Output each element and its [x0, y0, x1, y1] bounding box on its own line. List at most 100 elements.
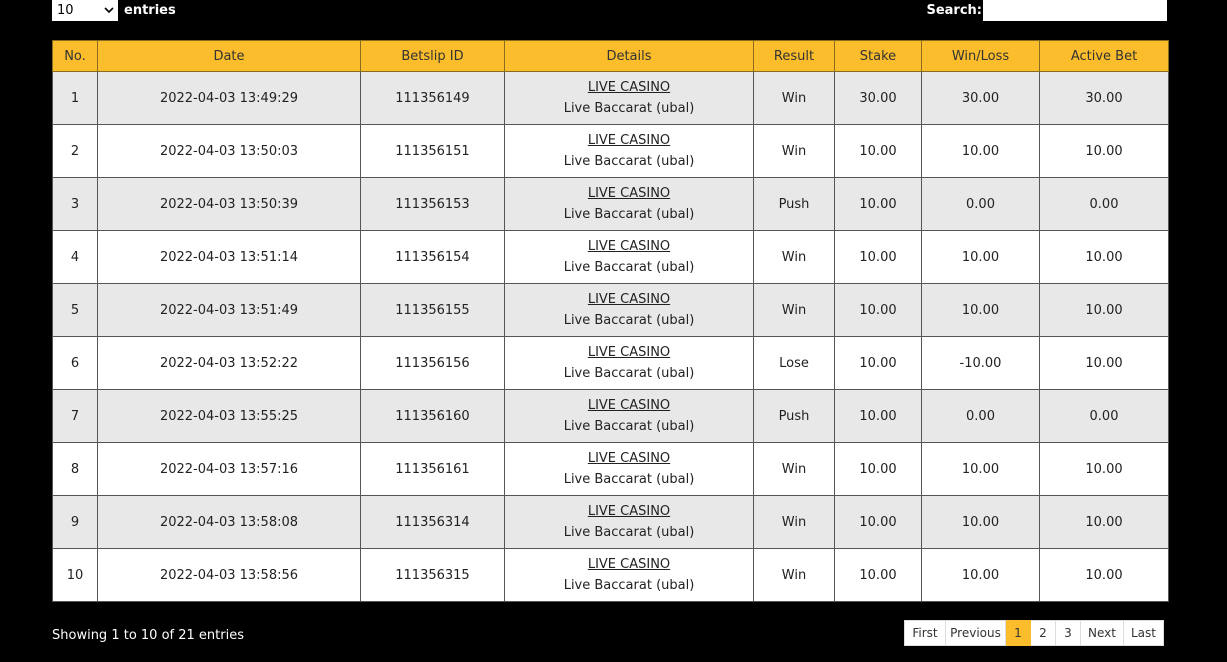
table-header-row: No. Date Betslip ID Details Result Stake… — [52, 40, 1169, 72]
table-body: 1 2022-04-03 13:49:29 111356149 LIVE CASINO… — [52, 71, 1169, 602]
search-input[interactable] — [983, 0, 1167, 21]
cell-active-bet: 30.00 — [1039, 71, 1169, 125]
details-category-link[interactable]: LIVE CASINO — [505, 449, 753, 469]
cell-win-loss: 10.00 — [921, 230, 1040, 284]
details-game-name: Live Baccarat (ubal) — [563, 153, 695, 169]
cell-stake: 10.00 — [834, 124, 922, 178]
cell-no: 9 — [52, 495, 98, 549]
cell-active-bet: 0.00 — [1039, 177, 1169, 231]
cell-date: 2022-04-03 13:52:22 — [97, 336, 361, 390]
page-next-button[interactable]: Next — [1081, 620, 1124, 646]
details-category-link[interactable]: LIVE CASINO — [505, 343, 753, 363]
cell-no: 1 — [52, 71, 98, 125]
cell-result: Win — [753, 230, 835, 284]
cell-active-bet: 10.00 — [1039, 548, 1169, 602]
cell-date: 2022-04-03 13:57:16 — [97, 442, 361, 496]
page-button-2[interactable]: 2 — [1031, 620, 1056, 646]
details-category-link[interactable]: LIVE CASINO — [505, 78, 753, 98]
cell-date: 2022-04-03 13:58:56 — [97, 548, 361, 602]
details-category-link[interactable]: LIVE CASINO — [505, 131, 753, 151]
table-row: 7 2022-04-03 13:55:25 111356160 LIVE CASINO… — [52, 389, 1169, 443]
cell-no: 8 — [52, 442, 98, 496]
cell-stake: 10.00 — [834, 230, 922, 284]
bets-table: No. Date Betslip ID Details Result Stake… — [52, 40, 1169, 602]
table-row: 2 2022-04-03 13:50:03 111356151 LIVE CASINO… — [52, 124, 1169, 178]
cell-result: Push — [753, 389, 835, 443]
details-game-name: Live Baccarat (ubal) — [563, 524, 695, 540]
details-category-link[interactable]: LIVE CASINO — [505, 290, 753, 310]
details-game-name: Live Baccarat (ubal) — [563, 259, 695, 275]
table-row: 9 2022-04-03 13:58:08 111356314 LIVE CASINO… — [52, 495, 1169, 549]
col-header-stake[interactable]: Stake — [834, 40, 922, 72]
cell-stake: 30.00 — [834, 71, 922, 125]
cell-details: LIVE CASINO Live Baccarat (ubal) — [504, 177, 754, 231]
col-header-result[interactable]: Result — [753, 40, 835, 72]
cell-date: 2022-04-03 13:58:08 — [97, 495, 361, 549]
cell-result: Lose — [753, 336, 835, 390]
table-row: 1 2022-04-03 13:49:29 111356149 LIVE CASINO… — [52, 71, 1169, 125]
cell-no: 4 — [52, 230, 98, 284]
col-header-betslip-id[interactable]: Betslip ID — [360, 40, 505, 72]
cell-no: 7 — [52, 389, 98, 443]
cell-stake: 10.00 — [834, 389, 922, 443]
table-row: 5 2022-04-03 13:51:49 111356155 LIVE CASINO… — [52, 283, 1169, 337]
cell-betslip-id: 111356315 — [360, 548, 505, 602]
cell-date: 2022-04-03 13:50:03 — [97, 124, 361, 178]
cell-active-bet: 10.00 — [1039, 336, 1169, 390]
entries-label: entries — [124, 3, 176, 18]
bet-history-page: 10 entries Search: No. Date Betslip ID D… — [0, 0, 1227, 662]
table-row: 3 2022-04-03 13:50:39 111356153 LIVE CASINO… — [52, 177, 1169, 231]
details-category-link[interactable]: LIVE CASINO — [505, 502, 753, 522]
page-last-button[interactable]: Last — [1124, 620, 1164, 646]
details-game-name: Live Baccarat (ubal) — [563, 312, 695, 328]
cell-result: Win — [753, 495, 835, 549]
col-header-date[interactable]: Date — [97, 40, 361, 72]
details-game-name: Live Baccarat (ubal) — [563, 471, 695, 487]
cell-no: 10 — [52, 548, 98, 602]
cell-details: LIVE CASINO Live Baccarat (ubal) — [504, 71, 754, 125]
page-button-3[interactable]: 3 — [1056, 620, 1081, 646]
table-row: 8 2022-04-03 13:57:16 111356161 LIVE CASINO… — [52, 442, 1169, 496]
cell-win-loss: -10.00 — [921, 336, 1040, 390]
cell-win-loss: 10.00 — [921, 442, 1040, 496]
cell-betslip-id: 111356314 — [360, 495, 505, 549]
cell-win-loss: 10.00 — [921, 495, 1040, 549]
page-button-1[interactable]: 1 — [1006, 620, 1031, 646]
cell-stake: 10.00 — [834, 177, 922, 231]
details-game-name: Live Baccarat (ubal) — [563, 206, 695, 222]
cell-active-bet: 10.00 — [1039, 495, 1169, 549]
col-header-win-loss[interactable]: Win/Loss — [921, 40, 1040, 72]
cell-no: 2 — [52, 124, 98, 178]
cell-date: 2022-04-03 13:51:49 — [97, 283, 361, 337]
details-category-link[interactable]: LIVE CASINO — [505, 555, 753, 575]
cell-date: 2022-04-03 13:49:29 — [97, 71, 361, 125]
page-previous-button[interactable]: Previous — [946, 620, 1006, 646]
page-first-button[interactable]: First — [904, 620, 946, 646]
cell-details: LIVE CASINO Live Baccarat (ubal) — [504, 389, 754, 443]
col-header-no[interactable]: No. — [52, 40, 98, 72]
cell-active-bet: 10.00 — [1039, 442, 1169, 496]
details-category-link[interactable]: LIVE CASINO — [505, 396, 753, 416]
cell-date: 2022-04-03 13:51:14 — [97, 230, 361, 284]
cell-betslip-id: 111356155 — [360, 283, 505, 337]
cell-details: LIVE CASINO Live Baccarat (ubal) — [504, 230, 754, 284]
col-header-details[interactable]: Details — [504, 40, 754, 72]
pagination: First Previous 1 2 3 Next Last — [904, 620, 1164, 646]
details-category-link[interactable]: LIVE CASINO — [505, 237, 753, 257]
cell-win-loss: 10.00 — [921, 124, 1040, 178]
table-info: Showing 1 to 10 of 21 entries — [52, 628, 244, 643]
cell-result: Push — [753, 177, 835, 231]
cell-active-bet: 10.00 — [1039, 124, 1169, 178]
details-game-name: Live Baccarat (ubal) — [563, 577, 695, 593]
details-category-link[interactable]: LIVE CASINO — [505, 184, 753, 204]
search-label: Search: — [926, 3, 982, 18]
cell-betslip-id: 111356160 — [360, 389, 505, 443]
entries-select[interactable]: 10 — [52, 0, 118, 21]
details-game-name: Live Baccarat (ubal) — [563, 100, 695, 116]
cell-no: 3 — [52, 177, 98, 231]
col-header-active-bet[interactable]: Active Bet — [1039, 40, 1169, 72]
cell-active-bet: 10.00 — [1039, 230, 1169, 284]
cell-result: Win — [753, 71, 835, 125]
cell-active-bet: 0.00 — [1039, 389, 1169, 443]
cell-betslip-id: 111356149 — [360, 71, 505, 125]
